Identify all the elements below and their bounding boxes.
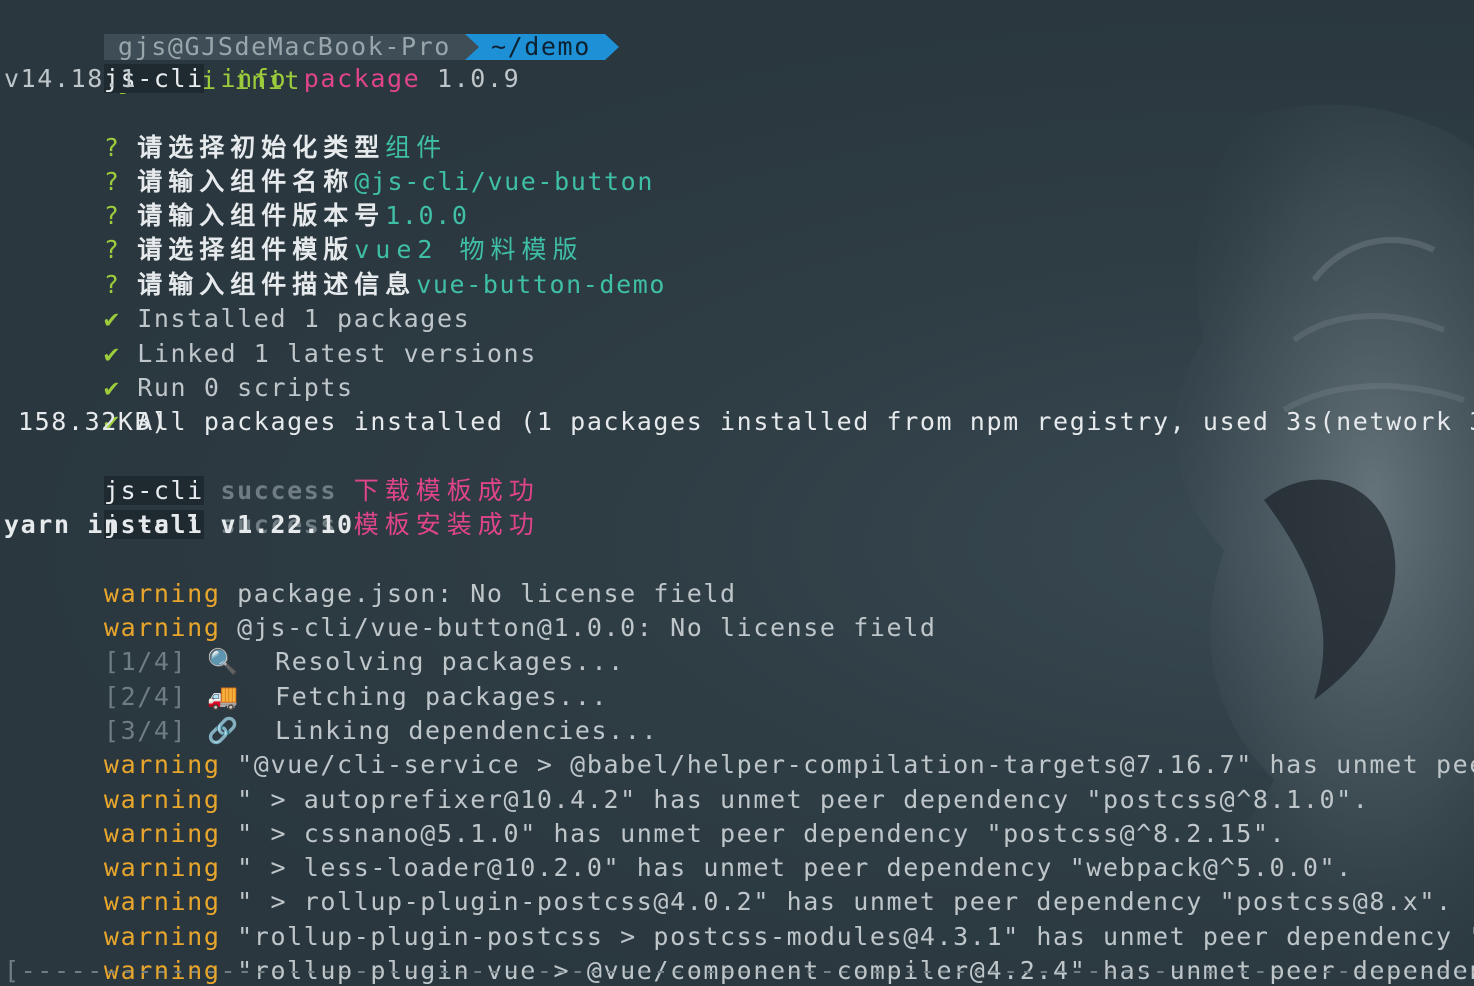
check-line: ✔ Run 0 scripts <box>4 337 354 402</box>
package-version: 1.0.9 <box>436 64 521 93</box>
question-line: ? 请输入组件描述信息vue-button-demo <box>4 234 666 299</box>
check-line: ✔ Installed 1 packages <box>4 268 470 333</box>
warning-line: warning @js-cli/vue-button@1.0.0: No lic… <box>4 577 937 642</box>
warning-line: warning " > less-loader@10.2.0" has unme… <box>4 817 1353 882</box>
warning-line: warning " > rollup-plugin-postcss@4.0.2"… <box>4 851 1453 916</box>
question-line: ? 请选择初始化类型组件 <box>4 97 447 162</box>
check-line: ✔ Linked 1 latest versions <box>4 303 537 368</box>
check-text: All packages installed (1 packages insta… <box>137 407 1474 436</box>
question-line: ? 请输入组件版本号1.0.0 <box>4 165 469 230</box>
question-line: ? 请输入组件名称@js-cli/vue-button <box>4 131 654 196</box>
success-line: js-cli success 下载模板成功 <box>4 440 540 505</box>
progress-bar: [---------------------------------------… <box>4 956 1474 985</box>
cli-info-line: js-cli info package 1.0.9 <box>4 28 520 93</box>
warning-line: warning " > cssnano@5.1.0" has unmet pee… <box>4 783 1286 848</box>
warning-line: warning " > autoprefixer@10.4.2" has unm… <box>4 749 1369 814</box>
node-version: v14.18.1 <box>4 64 138 93</box>
success-message: 模板安装成功 <box>353 510 540 539</box>
question-line: ? 请选择组件模版vue2 物料模版 <box>4 199 584 264</box>
step-line: [2/4] 🚚 Fetching packages... <box>4 646 608 711</box>
terminal-window[interactable]: gjs@GJSdeMacBook-Pro ~/demo js-cli init j… <box>0 0 1474 986</box>
prompt-line: gjs@GJSdeMacBook-Pro ~/demo js-cli init <box>4 0 619 95</box>
yarn-version-line: yarn install v1.22.10 <box>4 510 354 539</box>
wrapped-text: 158.32KB) <box>18 407 168 436</box>
step-line: [1/4] 🔍 Resolving packages... <box>4 611 625 676</box>
warning-line: warning "@vue/cli-service > @babel/helpe… <box>4 714 1474 779</box>
check-line: ✔ All packages installed (1 packages ins… <box>4 371 1474 436</box>
success-line: js-cli success 模板安装成功 <box>4 474 540 539</box>
warning-line: warning "rollup-plugin-postcss > postcss… <box>4 886 1474 951</box>
info-label: info <box>220 64 288 93</box>
warning-line: warning package.json: No license field <box>4 543 737 608</box>
step-line: [3/4] 🔗 Linking dependencies... <box>4 680 658 745</box>
warning-line: warning "rollup-plugin-vue > @vue/compon… <box>4 920 1474 985</box>
package-label: package <box>303 64 421 93</box>
